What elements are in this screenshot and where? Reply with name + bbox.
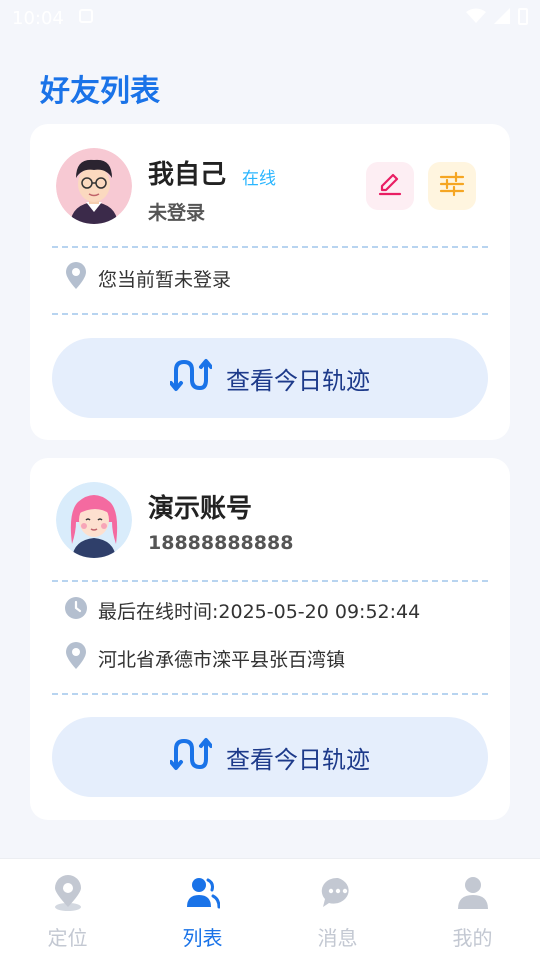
location-text: 河北省承德市滦平县张百湾镇 xyxy=(98,649,346,671)
battery-icon xyxy=(518,7,528,30)
chat-bubble-icon xyxy=(320,875,356,916)
status-bar: 10:04 xyxy=(0,0,540,36)
route-icon xyxy=(169,358,213,398)
friend-name: 演示账号 xyxy=(148,494,253,524)
avatar xyxy=(56,482,132,558)
tab-label: 我的 xyxy=(452,926,493,950)
online-status-badge: 在线 xyxy=(242,169,276,189)
edit-button[interactable] xyxy=(366,162,414,210)
location-row: 河北省承德市滦平县张百湾镇 xyxy=(64,642,345,675)
friend-phone: 18888888888 xyxy=(148,532,294,554)
location-pin-icon xyxy=(51,875,85,916)
settings-button[interactable] xyxy=(428,162,476,210)
last-online-row: 最后在线时间:2025-05-20 09:52:44 xyxy=(64,596,420,625)
tab-friends[interactable]: 列表 xyxy=(135,859,270,960)
divider xyxy=(52,693,488,695)
location-text: 您当前暂未登录 xyxy=(98,269,232,291)
demo-friend-card: 演示账号 18888888888 最后在线时间:2025-05-20 09:52… xyxy=(30,458,510,820)
clock-icon xyxy=(64,596,88,625)
wifi-icon xyxy=(466,8,486,29)
tab-messages[interactable]: 消息 xyxy=(270,859,405,960)
track-button-label: 查看今日轨迹 xyxy=(226,366,370,395)
page-title: 好友列表 xyxy=(40,74,160,109)
sliders-icon xyxy=(438,170,466,202)
tab-label: 定位 xyxy=(47,926,88,950)
location-row: 您当前暂未登录 xyxy=(64,262,231,295)
pencil-icon xyxy=(376,170,404,202)
user-icon xyxy=(456,875,490,916)
track-button-label: 查看今日轨迹 xyxy=(226,745,370,774)
tab-profile[interactable]: 我的 xyxy=(405,859,540,960)
location-pin-icon xyxy=(64,262,88,295)
signal-icon xyxy=(494,7,510,29)
login-status: 未登录 xyxy=(148,202,206,224)
status-time: 10:04 xyxy=(12,7,64,29)
friend-name: 我自己 xyxy=(148,160,227,190)
view-track-button[interactable]: 查看今日轨迹 xyxy=(52,717,488,797)
divider xyxy=(52,580,488,582)
view-track-button[interactable]: 查看今日轨迹 xyxy=(52,338,488,418)
notification-icon xyxy=(78,8,94,29)
tab-location[interactable]: 定位 xyxy=(0,859,135,960)
avatar xyxy=(56,148,132,224)
tab-label: 列表 xyxy=(182,926,223,950)
bottom-tab-bar: 定位 列表 消息 我的 xyxy=(0,858,540,960)
location-pin-icon xyxy=(64,642,88,675)
divider xyxy=(52,313,488,315)
friends-icon xyxy=(186,875,220,916)
self-friend-card: 我自己 在线 未登录 您当前暂未登录 查看今日轨迹 xyxy=(30,124,510,440)
divider xyxy=(52,246,488,248)
last-online-text: 最后在线时间:2025-05-20 09:52:44 xyxy=(98,601,421,623)
tab-label: 消息 xyxy=(317,926,358,950)
route-icon xyxy=(169,737,213,777)
